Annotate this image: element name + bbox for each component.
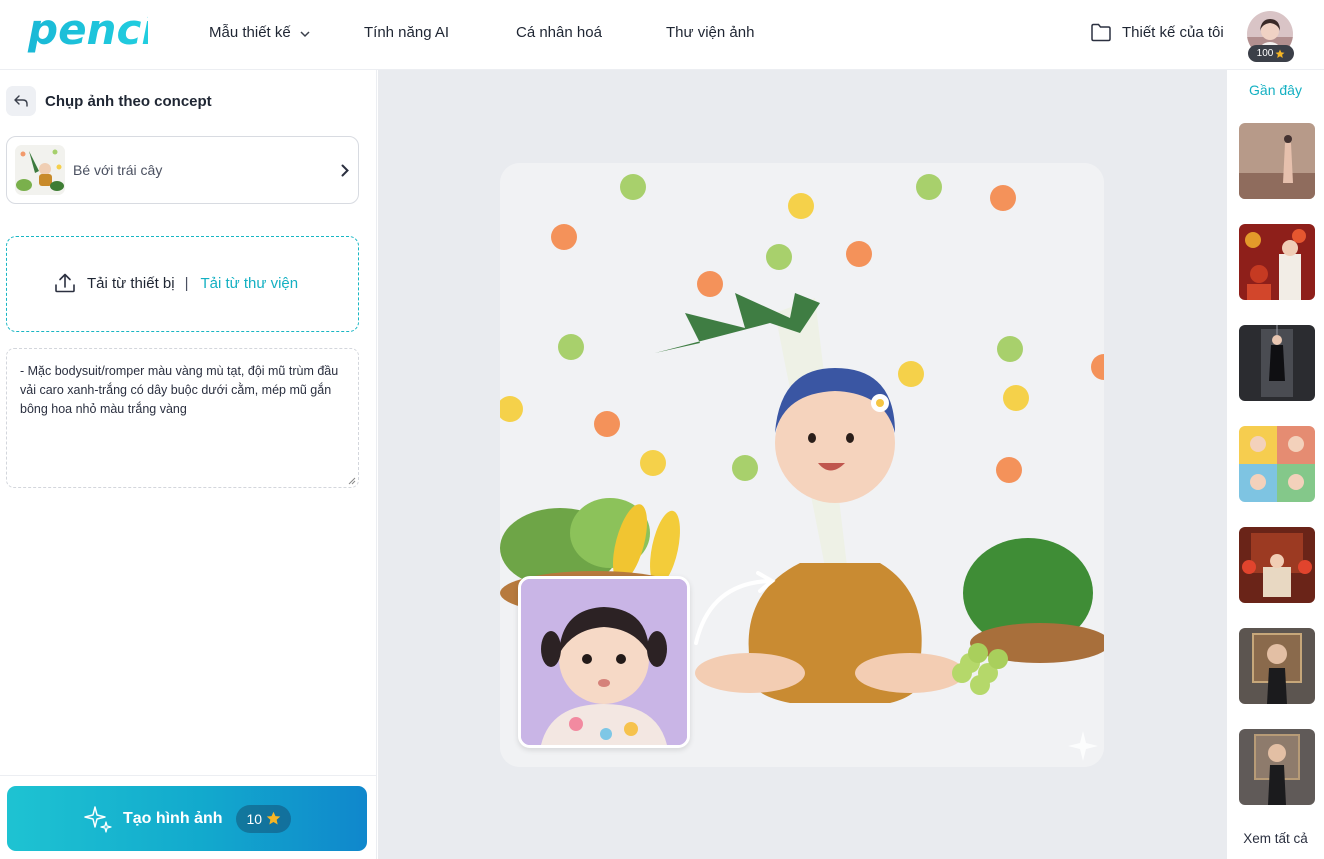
nav-ai-features[interactable]: Tính năng AI [364, 24, 449, 41]
credit-badge[interactable]: 100 [1248, 45, 1294, 62]
recent-thumb[interactable] [1239, 325, 1315, 401]
folder-icon [1091, 23, 1111, 41]
recent-thumb[interactable] [1239, 729, 1315, 805]
recent-title: Gần đây [1249, 82, 1302, 98]
upload-from-device[interactable]: Tải từ thiết bị [87, 275, 175, 292]
recent-thumb[interactable] [1239, 123, 1315, 199]
chevron-down-icon[interactable] [300, 30, 310, 38]
panel-title: Chụp ảnh theo concept [45, 93, 212, 110]
prompt-text: - Mặc bodysuit/romper màu vàng mù tạt, đ… [20, 364, 339, 416]
svg-text:penci: penci [27, 8, 148, 54]
generate-cost: 10 [246, 810, 263, 827]
recent-thumb[interactable] [1239, 426, 1315, 502]
prompt-textarea[interactable]: - Mặc bodysuit/romper màu vàng mù tạt, đ… [6, 348, 359, 488]
recent-panel: Gần đây Xem tất cả [1227, 70, 1324, 859]
recent-thumb[interactable] [1239, 224, 1315, 300]
recent-thumb[interactable] [1239, 527, 1315, 603]
credit-count: 100 [1256, 48, 1274, 59]
upload-area[interactable]: Tải từ thiết bị | Tải từ thư viện [6, 236, 359, 332]
generate-image-button[interactable]: Tạo hình ảnh 10 [7, 786, 367, 851]
concept-preview-image [500, 163, 1104, 767]
upload-from-library[interactable]: Tải từ thư viện [200, 275, 298, 292]
chevron-right-icon [341, 164, 349, 177]
upload-separator: | [184, 274, 189, 292]
nav-photo-library[interactable]: Thư viện ảnh [666, 24, 754, 41]
nav-personalize[interactable]: Cá nhân hoá [516, 24, 602, 41]
concept-thumbnail [15, 145, 65, 195]
source-face-photo [518, 576, 690, 748]
back-button[interactable] [6, 86, 36, 116]
my-design-label: Thiết kế của tôi [1122, 23, 1224, 41]
back-arrow-icon [14, 95, 28, 107]
see-all-link[interactable]: Xem tất cả [1227, 831, 1324, 846]
generate-cost-badge: 10 [236, 804, 292, 833]
preview-canvas [378, 70, 1227, 859]
star-icon [1275, 49, 1285, 58]
left-panel: Chụp ảnh theo concept Bé với trái cây Tả… [0, 70, 377, 859]
top-header: penci Mẫu thiết kế Tính năng AI Cá nhân … [0, 0, 1324, 70]
my-design-link[interactable]: Thiết kế của tôi [1090, 20, 1224, 44]
recent-thumb[interactable] [1239, 628, 1315, 704]
star-icon [266, 811, 281, 825]
sparkle-icon [84, 805, 112, 833]
upload-icon [55, 273, 75, 293]
concept-label: Bé với trái cây [73, 162, 163, 178]
divider [0, 775, 377, 776]
nav-templates[interactable]: Mẫu thiết kế [209, 24, 291, 41]
resize-handle-icon[interactable] [348, 477, 356, 485]
concept-selector[interactable]: Bé với trái cây [6, 136, 359, 204]
penci-logo[interactable]: penci [26, 8, 148, 60]
generate-label: Tạo hình ảnh [122, 809, 223, 827]
